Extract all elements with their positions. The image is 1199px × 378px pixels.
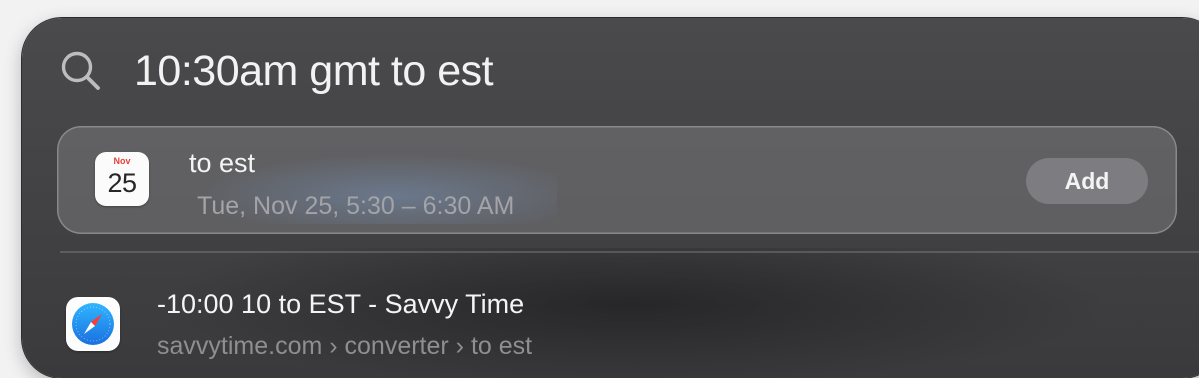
divider	[60, 251, 1199, 253]
web-result-url: savvytime.com › converter › to est	[157, 332, 533, 360]
spotlight-panel: Nov 25 to est Tue, Nov 25, 5:30 – 6:30 A…	[22, 18, 1199, 378]
calendar-icon: Nov 25	[95, 152, 149, 206]
search-input[interactable]	[134, 46, 1034, 96]
web-result-title: -10:00 10 to EST - Savvy Time	[157, 289, 525, 319]
event-time: Tue, Nov 25, 5:30 – 6:30 AM	[197, 192, 515, 220]
event-title: to est	[189, 148, 256, 178]
search-icon	[58, 48, 104, 94]
web-result[interactable]: -10:00 10 to EST - Savvy Time savvytime.…	[22, 273, 1199, 378]
calendar-icon-day: 25	[107, 168, 137, 198]
calendar-icon-month: Nov	[113, 156, 131, 166]
calendar-event-result[interactable]: Nov 25 to est Tue, Nov 25, 5:30 – 6:30 A…	[57, 126, 1177, 234]
safari-icon	[66, 297, 120, 351]
add-event-button[interactable]: Add	[1026, 158, 1148, 204]
search-bar	[58, 46, 1034, 96]
